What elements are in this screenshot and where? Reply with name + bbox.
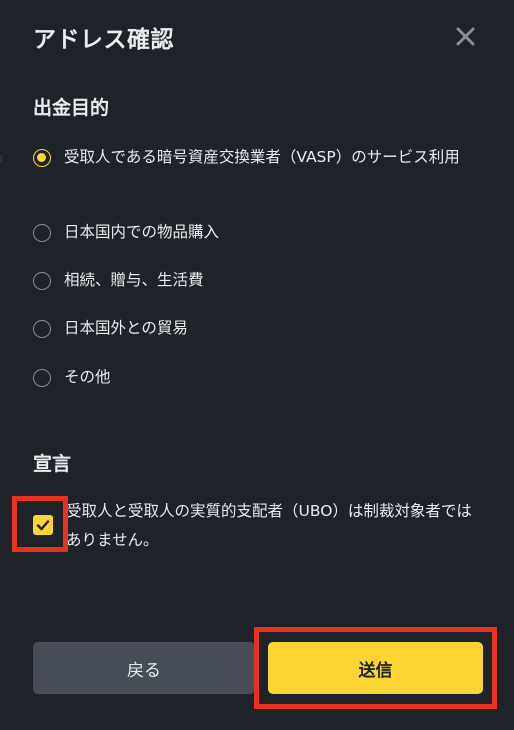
purpose-option-label: 日本国外との貿易: [64, 319, 188, 337]
purpose-option-label: 日本国内での物品購入: [64, 223, 220, 241]
submit-button[interactable]: 送信: [268, 642, 483, 694]
purpose-option-vasp[interactable]: 受取人である暗号資産交換業者（VASP）のサービス利用: [33, 147, 483, 171]
declaration-text: 受取人と受取人の実質的支配者（UBO）は制裁対象者ではありません。: [66, 502, 472, 549]
purpose-option-label: 受取人である暗号資産交換業者（VASP）のサービス利用: [64, 148, 460, 166]
purpose-option-inheritance[interactable]: 相続、贈与、生活費: [33, 270, 483, 294]
purpose-option-other[interactable]: その他: [33, 367, 483, 391]
radio-selected-icon[interactable]: [33, 149, 51, 167]
radio-unselected-icon[interactable]: [33, 369, 51, 387]
address-confirmation-dialog: アドレス確認 出金目的 受取人である暗号資産交換業者（VASP）のサービス利用 …: [0, 0, 514, 730]
back-button[interactable]: 戻る: [33, 642, 255, 694]
side-divider: [0, 155, 3, 163]
purpose-option-label: その他: [64, 368, 111, 386]
declaration-heading: 宣言: [33, 453, 72, 475]
purpose-option-foreign-trade[interactable]: 日本国外との貿易: [33, 318, 483, 342]
radio-unselected-icon[interactable]: [33, 272, 51, 290]
close-icon: [456, 27, 475, 46]
close-button[interactable]: [451, 22, 481, 52]
declaration-checkbox[interactable]: [33, 515, 53, 535]
dialog-title: アドレス確認: [33, 27, 174, 53]
purpose-option-domestic-purchase[interactable]: 日本国内での物品購入: [33, 222, 483, 246]
radio-unselected-icon[interactable]: [33, 320, 51, 338]
purpose-option-label: 相続、贈与、生活費: [64, 271, 204, 289]
checkmark-icon: [36, 520, 50, 531]
withdrawal-purpose-heading: 出金目的: [33, 97, 110, 119]
radio-unselected-icon[interactable]: [33, 224, 51, 242]
